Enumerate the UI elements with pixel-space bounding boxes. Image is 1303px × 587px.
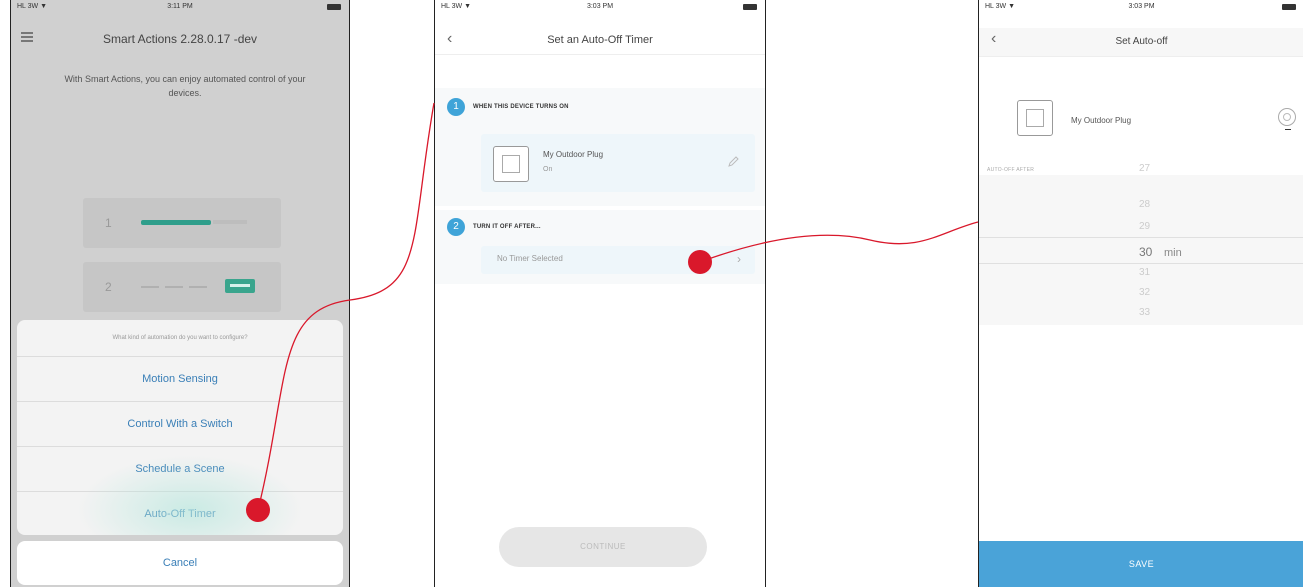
carrier-label: HL 3W ▼ [441,3,472,10]
automation-card-1[interactable]: 1 [83,198,281,248]
picker-value: 29 [1139,221,1151,232]
switch-icon [225,279,255,293]
phone-screen-set-timer: HL 3W ▼ 3:03 PM ‹ Set an Auto-Off Timer … [434,0,766,587]
phone-screen-smart-actions: HL 3W ▼ 3:11 PM Smart Actions 2.28.0.17 … [10,0,350,587]
card-dash [165,286,183,288]
status-bar: HL 3W ▼ 3:11 PM [11,0,349,14]
page-title: Set an Auto-Off Timer [547,34,653,46]
carrier-label: HL 3W ▼ [985,3,1016,10]
step-number-badge: 2 [447,218,465,236]
intro-text: With Smart Actions, you can enjoy automa… [64,74,306,98]
page-title: Set Auto-off [1115,36,1168,47]
save-button[interactable]: SAVE [979,541,1303,587]
picker-value: 28 [1139,199,1151,210]
automation-card-2[interactable]: 2 [83,262,281,312]
picker-selected-value: 30 [1139,245,1153,259]
picker-value: 31 [1139,267,1151,278]
app-header: Smart Actions 2.28.0.17 -dev [11,28,349,52]
device-card[interactable]: My Outdoor Plug On [481,134,755,192]
device-row: My Outdoor Plug [979,88,1303,158]
carrier-label: HL 3W ▼ [17,3,48,10]
nav-bar: ‹ Set an Auto-Off Timer [435,28,765,55]
status-time: 3:03 PM [586,3,614,10]
continue-button[interactable]: CONTINUE [499,527,707,567]
step-number-badge: 1 [447,98,465,116]
picker-unit: min [1164,247,1182,259]
card-number: 2 [105,280,112,294]
cancel-button[interactable]: Cancel [17,541,343,585]
phone-screen-set-auto-off: HL 3W ▼ 3:03 PM ‹ Set Auto-off My Outdoo… [978,0,1303,587]
card-dash [141,286,159,288]
timer-value: No Timer Selected [497,254,563,263]
divider [979,56,1303,57]
battery-icon [743,4,757,10]
status-time: 3:03 PM [1128,3,1155,10]
step-when-device-on: 1 WHEN THIS DEVICE TURNS ON My Outdoor P… [435,88,765,206]
device-name: My Outdoor Plug [1071,116,1132,125]
nav-bar: ‹ Set Auto-off [979,28,1303,56]
section-label: AUTO-OFF AFTER [987,167,1035,173]
plug-icon [1017,100,1053,136]
status-bar: HL 3W ▼ 3:03 PM [979,0,1303,14]
picker-value: 27 [1139,163,1151,174]
step-label: WHEN THIS DEVICE TURNS ON [473,104,569,110]
card-bar-accent [141,220,211,225]
power-toggle-icon[interactable] [1278,108,1296,130]
option-schedule-scene[interactable]: Schedule a Scene [17,446,343,491]
minutes-picker[interactable]: 27 28 29 30 min 31 32 33 [979,163,1303,325]
picker-value: 32 [1139,287,1151,298]
device-name: My Outdoor Plug [543,150,604,159]
status-bar: HL 3W ▼ 3:03 PM [435,0,765,14]
action-sheet-question: What kind of automation do you want to c… [112,335,248,341]
timer-selector[interactable]: No Timer Selected › [481,246,755,274]
step-label: TURN IT OFF AFTER... [473,224,541,230]
status-time: 3:11 PM [167,3,193,10]
step-turn-off-after: 2 TURN IT OFF AFTER... No Timer Selected… [435,210,765,284]
chevron-right-icon: › [737,252,741,266]
option-auto-off-timer[interactable]: Auto-Off Timer [17,491,343,535]
battery-icon [1282,4,1296,10]
picker-value: 33 [1139,307,1151,318]
card-bar-muted [213,220,247,224]
option-motion-sensing[interactable]: Motion Sensing [17,356,343,401]
page-title: Smart Actions 2.28.0.17 -dev [102,32,258,46]
card-number: 1 [105,216,112,230]
edit-pencil-icon[interactable] [727,156,739,168]
battery-icon [327,4,341,10]
picker-selection-line [979,263,1303,264]
action-sheet: What kind of automation do you want to c… [17,320,343,535]
plug-icon [493,146,529,182]
picker-selection-line [979,237,1303,238]
card-dash [189,286,207,288]
device-state: On [543,166,553,173]
option-control-with-switch[interactable]: Control With a Switch [17,401,343,446]
